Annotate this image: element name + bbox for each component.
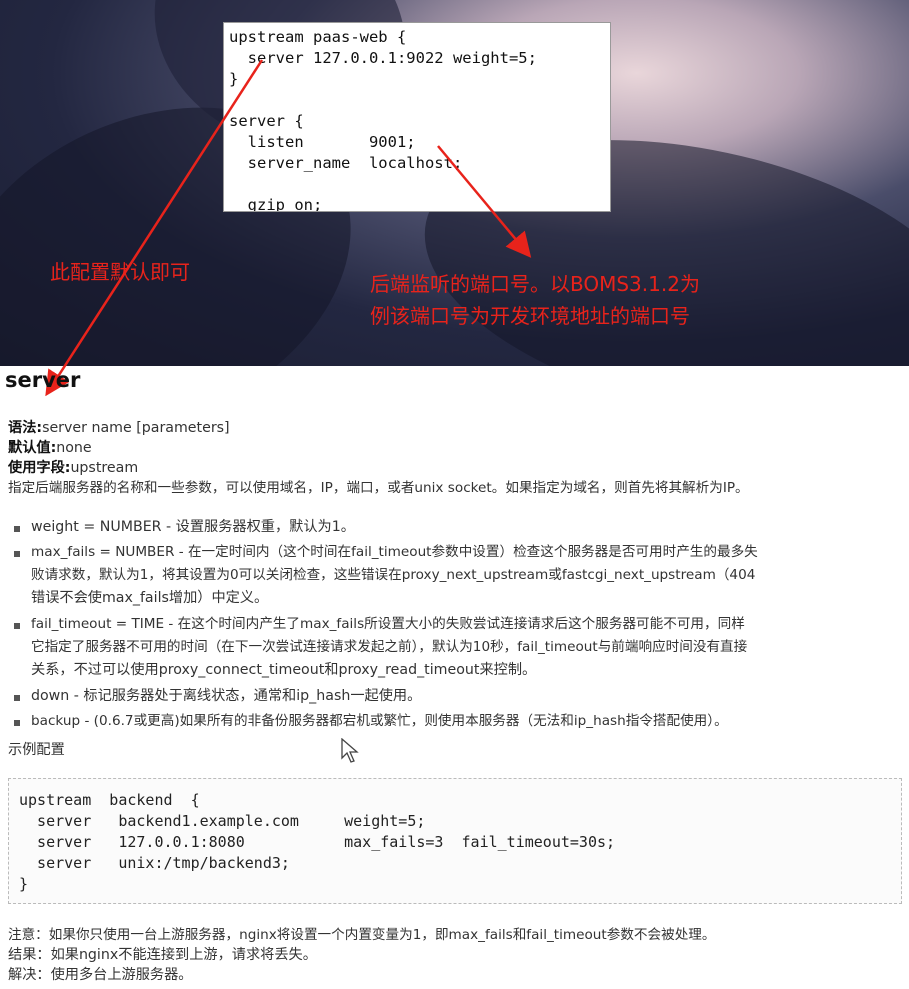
annotation-port-line-1: 后端监听的端口号。以BOMS3.1.2为 [370,272,700,296]
nginx-config-snippet: upstream paas-web { server 127.0.0.1:902… [223,22,611,212]
annotation-port-line-2: 例该端口号为开发环境地址的端口号 [370,304,690,328]
param-fail-timeout-l3: 关系，不过可以使用proxy_connect_timeout和proxy_rea… [31,662,537,678]
syntax-line: 语法:server name [parameters] [8,418,230,438]
syntax-value: server name [parameters] [42,420,230,436]
param-fail-timeout-l2: 它指定了服务器不可用的时间（在下一次尝试连接请求发起之前），默认为10秒，fai… [31,639,748,655]
example-heading: 示例配置 [8,742,65,758]
default-label: 默认值: [8,440,57,456]
annotation-default-config: 此配置默认即可 [50,260,190,284]
bullet-icon [14,720,20,726]
nginx-server-doc: server 语法:server name [parameters] 默认值:n… [0,366,909,989]
example-code: upstream backend { server backend1.examp… [19,791,616,893]
annotated-screenshot-banner: upstream paas-web { server 127.0.0.1:902… [0,0,909,366]
doc-title: server [5,368,81,392]
param-weight: weight = NUMBER - 设置服务器权重，默认为1。 [31,519,355,535]
syntax-label: 语法: [8,420,43,436]
param-fail-timeout-l1: fail_timeout = TIME - 在这个时间内产生了max_fails… [31,616,745,632]
context-label: 使用字段: [8,460,71,476]
context-value: upstream [70,460,139,476]
description-text: 指定后端服务器的名称和一些参数，可以使用域名，IP，端口，或者unix sock… [8,480,749,496]
snippet-code: upstream paas-web { server 127.0.0.1:902… [229,28,537,212]
bullet-icon [14,695,20,701]
example-code-block: upstream backend { server backend1.examp… [8,778,902,904]
footer-result: 结果：如果nginx不能连接到上游，请求将丢失。 [8,947,317,963]
bullet-icon [14,526,20,532]
param-max-fails-l3: 错误不会使max_fails增加）中定义。 [31,590,269,606]
bullet-icon [14,623,20,629]
default-line: 默认值:none [8,438,92,458]
context-line: 使用字段:upstream [8,458,138,478]
footer-solution: 解决：使用多台上游服务器。 [8,967,193,983]
default-value: none [56,440,92,456]
param-max-fails-l2: 败请求数，默认为1，将其设置为0可以关闭检查，这些错误在proxy_next_u… [31,567,756,583]
bullet-icon [14,551,20,557]
footer-note: 注意：如果你只使用一台上游服务器，nginx将设置一个内置变量为1，即max_f… [8,927,716,943]
param-down: down - 标记服务器处于离线状态，通常和ip_hash一起使用。 [31,688,422,704]
mouse-pointer-icon [341,738,359,763]
param-backup: backup - (0.6.7或更高)如果所有的非备份服务器都宕机或繁忙，则使用… [31,713,728,729]
param-max-fails-l1: max_fails = NUMBER - 在一定时间内（这个时间在fail_ti… [31,544,758,560]
